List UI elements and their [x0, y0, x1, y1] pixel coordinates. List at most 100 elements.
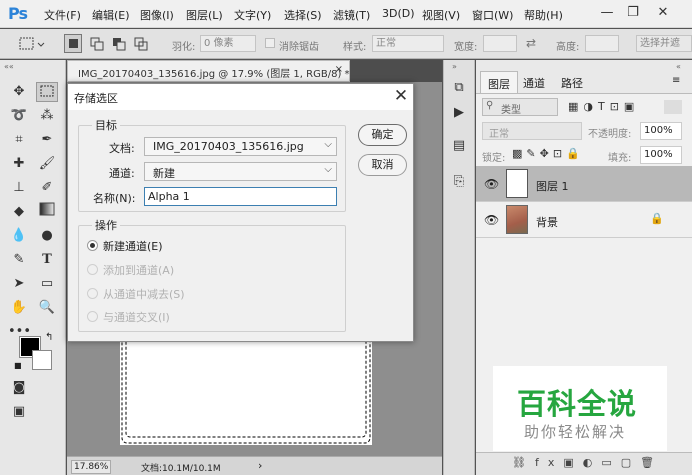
- zoom-tool-icon[interactable]: 🔍: [36, 298, 58, 318]
- info-panel-icon[interactable]: ⎘: [448, 172, 470, 192]
- menu-view[interactable]: 视图(V): [422, 7, 460, 23]
- chevron-down-icon: ⌵: [324, 164, 332, 175]
- layer-name[interactable]: 背景: [536, 214, 558, 230]
- menu-image[interactable]: 图像(I): [140, 7, 174, 23]
- zoom-field[interactable]: 17.86%: [71, 460, 111, 474]
- collapse-panel-icon[interactable]: «: [676, 62, 681, 71]
- type-tool-icon[interactable]: T: [36, 250, 58, 270]
- path-selection-tool-icon[interactable]: ➤: [8, 274, 30, 294]
- crop-tool-icon[interactable]: ⌗: [8, 130, 30, 150]
- move-tool-icon[interactable]: ✥: [8, 82, 30, 102]
- brush-tool-icon[interactable]: 🖌: [36, 154, 58, 174]
- visibility-eye-icon[interactable]: 👁: [484, 213, 499, 227]
- eraser-tool-icon[interactable]: ◆: [8, 202, 30, 222]
- menu-3d[interactable]: 3D(D): [382, 7, 415, 20]
- minimize-button[interactable]: —: [596, 3, 618, 23]
- rectangle-tool-icon[interactable]: ▭: [36, 274, 58, 294]
- layer-row-background[interactable]: 👁 背景 🔒: [476, 202, 692, 238]
- tab-paths[interactable]: 路径: [554, 71, 590, 93]
- actions-play-icon[interactable]: ▶: [448, 103, 470, 123]
- history-brush-tool-icon[interactable]: ✐: [36, 178, 58, 198]
- cancel-button[interactable]: 取消: [358, 154, 407, 176]
- new-selection-button[interactable]: [64, 34, 82, 53]
- collapse-icon[interactable]: ««: [4, 62, 14, 71]
- intersect-channel-label[interactable]: 与通道交叉(I): [103, 309, 170, 325]
- screen-mode-icon[interactable]: ▣: [8, 402, 30, 422]
- background-color-swatch[interactable]: [32, 350, 52, 370]
- menu-type[interactable]: 文字(Y): [234, 7, 271, 23]
- layer-name[interactable]: 图层 1: [536, 178, 569, 194]
- layers-footer: ⛓fx▣◐▭▢🗑: [476, 452, 692, 475]
- magic-wand-tool-icon[interactable]: ⁂: [36, 106, 58, 126]
- menu-file[interactable]: 文件(F): [44, 7, 81, 23]
- canvas[interactable]: [120, 335, 372, 445]
- pen-tool-icon[interactable]: ✎: [8, 250, 30, 270]
- antialias-checkbox[interactable]: [265, 38, 275, 48]
- intersect-selection-button[interactable]: [132, 34, 150, 53]
- clone-stamp-tool-icon[interactable]: ⊥: [8, 178, 30, 198]
- channel-select[interactable]: 新建 ⌵: [144, 162, 337, 181]
- fill-input[interactable]: 100%: [640, 146, 682, 164]
- properties-panel-icon[interactable]: ▤: [448, 136, 470, 156]
- layer-filter-icons[interactable]: ▦◑T⊡▣: [568, 100, 639, 113]
- status-menu-arrow[interactable]: ›: [258, 459, 262, 472]
- panel-menu-icon[interactable]: ≡: [672, 75, 680, 86]
- name-input[interactable]: Alpha 1: [144, 187, 337, 206]
- menu-select[interactable]: 选择(S): [284, 7, 322, 23]
- fill-label: 填充:: [608, 153, 632, 164]
- marquee-tool-icon[interactable]: [36, 82, 58, 102]
- new-channel-label[interactable]: 新建通道(E): [103, 238, 163, 254]
- dodge-tool-icon[interactable]: ●: [36, 226, 58, 246]
- radio-new-channel[interactable]: [87, 240, 98, 251]
- add-to-channel-label[interactable]: 添加到通道(A): [103, 262, 174, 278]
- dialog-close-icon[interactable]: ✕: [390, 85, 412, 107]
- menu-filter[interactable]: 滤镜(T): [333, 7, 370, 23]
- select-and-mask-button[interactable]: 选择并遮: [636, 35, 692, 52]
- visibility-eye-icon[interactable]: 👁: [484, 177, 499, 191]
- opacity-input[interactable]: 100%: [640, 122, 682, 140]
- style-select[interactable]: 正常: [372, 35, 444, 52]
- quick-mask-icon[interactable]: ◙: [8, 378, 30, 398]
- history-panel-icon[interactable]: ⧉: [448, 78, 470, 98]
- layer-filter-select[interactable]: ⚲ 类型: [482, 98, 558, 116]
- filter-toggle[interactable]: [664, 100, 682, 114]
- layer-row-layer1[interactable]: 👁 图层 1: [476, 166, 692, 202]
- subtract-selection-button[interactable]: [110, 34, 128, 53]
- blur-tool-icon[interactable]: 💧: [8, 226, 30, 246]
- radio-intersect-channel[interactable]: [87, 311, 98, 322]
- tab-layers[interactable]: 图层: [480, 71, 518, 93]
- radio-subtract-from-channel[interactable]: [87, 288, 98, 299]
- dialog-titlebar[interactable]: 存储选区 ✕: [68, 84, 413, 110]
- blend-mode-select[interactable]: 正常: [482, 122, 582, 140]
- gradient-tool-icon[interactable]: [36, 202, 58, 222]
- tool-preset-picker[interactable]: [14, 35, 46, 53]
- layer-actions-icons[interactable]: ⛓fx▣◐▭▢🗑: [512, 456, 663, 469]
- document-tab-close-icon[interactable]: ×: [335, 64, 343, 75]
- collapse-dock-icon[interactable]: »: [452, 62, 457, 71]
- swap-icon[interactable]: ⇄: [526, 36, 536, 50]
- hand-tool-icon[interactable]: ✋: [8, 298, 30, 318]
- height-input[interactable]: [585, 35, 619, 52]
- restore-button[interactable]: ❐: [622, 3, 644, 23]
- feather-input[interactable]: 0 像素: [200, 35, 256, 52]
- subtract-from-channel-label[interactable]: 从通道中减去(S): [103, 286, 185, 302]
- healing-brush-tool-icon[interactable]: ✚: [8, 154, 30, 174]
- eyedropper-tool-icon[interactable]: ✒: [36, 130, 58, 150]
- new-selection-icon: [69, 39, 78, 48]
- lasso-tool-icon[interactable]: ➰: [8, 106, 30, 126]
- menu-layer[interactable]: 图层(L): [186, 7, 223, 23]
- menu-help[interactable]: 帮助(H): [524, 7, 563, 23]
- add-selection-button[interactable]: [88, 34, 106, 53]
- document-select[interactable]: IMG_20170403_135616.jpg ⌵: [144, 137, 337, 156]
- lock-icons[interactable]: ▩✎✥⊡🔒: [512, 147, 584, 160]
- default-colors-icon[interactable]: ■: [14, 361, 22, 370]
- swap-colors-icon[interactable]: ↰: [45, 332, 53, 343]
- document-tab[interactable]: IMG_20170403_135616.jpg @ 17.9% (图层 1, R…: [67, 60, 350, 82]
- menu-edit[interactable]: 编辑(E): [92, 7, 130, 23]
- close-app-button[interactable]: ✕: [652, 3, 674, 23]
- width-input[interactable]: [483, 35, 517, 52]
- radio-add-to-channel[interactable]: [87, 264, 98, 275]
- tab-channels[interactable]: 通道: [516, 71, 552, 93]
- ok-button[interactable]: 确定: [358, 124, 407, 146]
- menu-window[interactable]: 窗口(W): [472, 7, 513, 23]
